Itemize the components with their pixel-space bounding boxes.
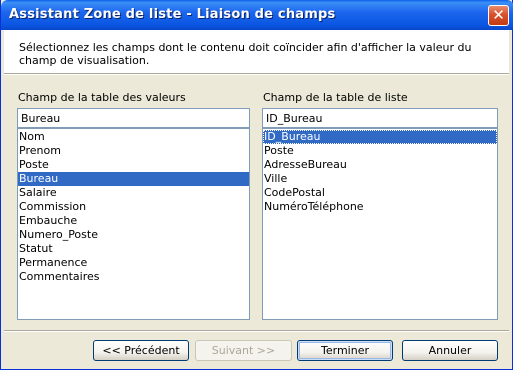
footer-divider xyxy=(4,330,509,332)
list-item[interactable]: Salaire xyxy=(18,186,249,200)
list-item[interactable]: Statut xyxy=(18,242,249,256)
list-item[interactable]: Embauche xyxy=(18,214,249,228)
list-item[interactable]: Ville xyxy=(263,172,497,186)
header-area: Sélectionnez les champs dont le contenu … xyxy=(4,30,509,73)
list-item[interactable]: Nom xyxy=(18,130,249,144)
close-icon[interactable]: ✕ xyxy=(488,5,509,26)
list-item[interactable]: NuméroTéléphone xyxy=(263,200,497,214)
window-title: Assistant Zone de liste - Liaison de cha… xyxy=(9,7,336,22)
list-item[interactable]: AdresseBureau xyxy=(263,158,497,172)
list-item[interactable]: ID_Bureau xyxy=(263,130,497,144)
title-bar[interactable]: Assistant Zone de liste - Liaison de cha… xyxy=(1,0,513,30)
previous-button[interactable]: << Précédent xyxy=(93,340,189,361)
list-item[interactable]: Bureau xyxy=(18,172,249,186)
finish-button[interactable]: Terminer xyxy=(297,340,393,361)
right-panel-label: Champ de la table de liste xyxy=(263,91,408,104)
right-field-listbox[interactable]: ID_Bureau Poste AdresseBureau Ville CodePost… xyxy=(262,128,498,320)
list-item[interactable]: Commentaires xyxy=(18,270,249,284)
instruction-text: Sélectionnez les champs dont le contenu … xyxy=(19,41,472,67)
list-item[interactable]: Commission xyxy=(18,200,249,214)
list-item[interactable]: Numero_Poste xyxy=(18,228,249,242)
list-item[interactable]: Permanence xyxy=(18,256,249,270)
left-field-input[interactable]: Bureau xyxy=(17,108,250,128)
list-item[interactable]: CodePostal xyxy=(263,186,497,200)
right-field-input[interactable]: ID_Bureau xyxy=(262,108,498,128)
next-button[interactable]: Suivant >> xyxy=(195,340,292,361)
cancel-button[interactable]: Annuler xyxy=(402,340,498,361)
header-divider xyxy=(4,73,509,75)
list-item[interactable]: Prenom xyxy=(18,144,249,158)
dialog-window: Assistant Zone de liste - Liaison de cha… xyxy=(0,0,513,370)
left-field-listbox[interactable]: Nom Prenom Poste Bureau Salaire Commission Emb… xyxy=(17,128,250,320)
list-item[interactable]: Poste xyxy=(263,144,497,158)
list-item[interactable]: Poste xyxy=(18,158,249,172)
left-panel-label: Champ de la table des valeurs xyxy=(18,91,186,104)
